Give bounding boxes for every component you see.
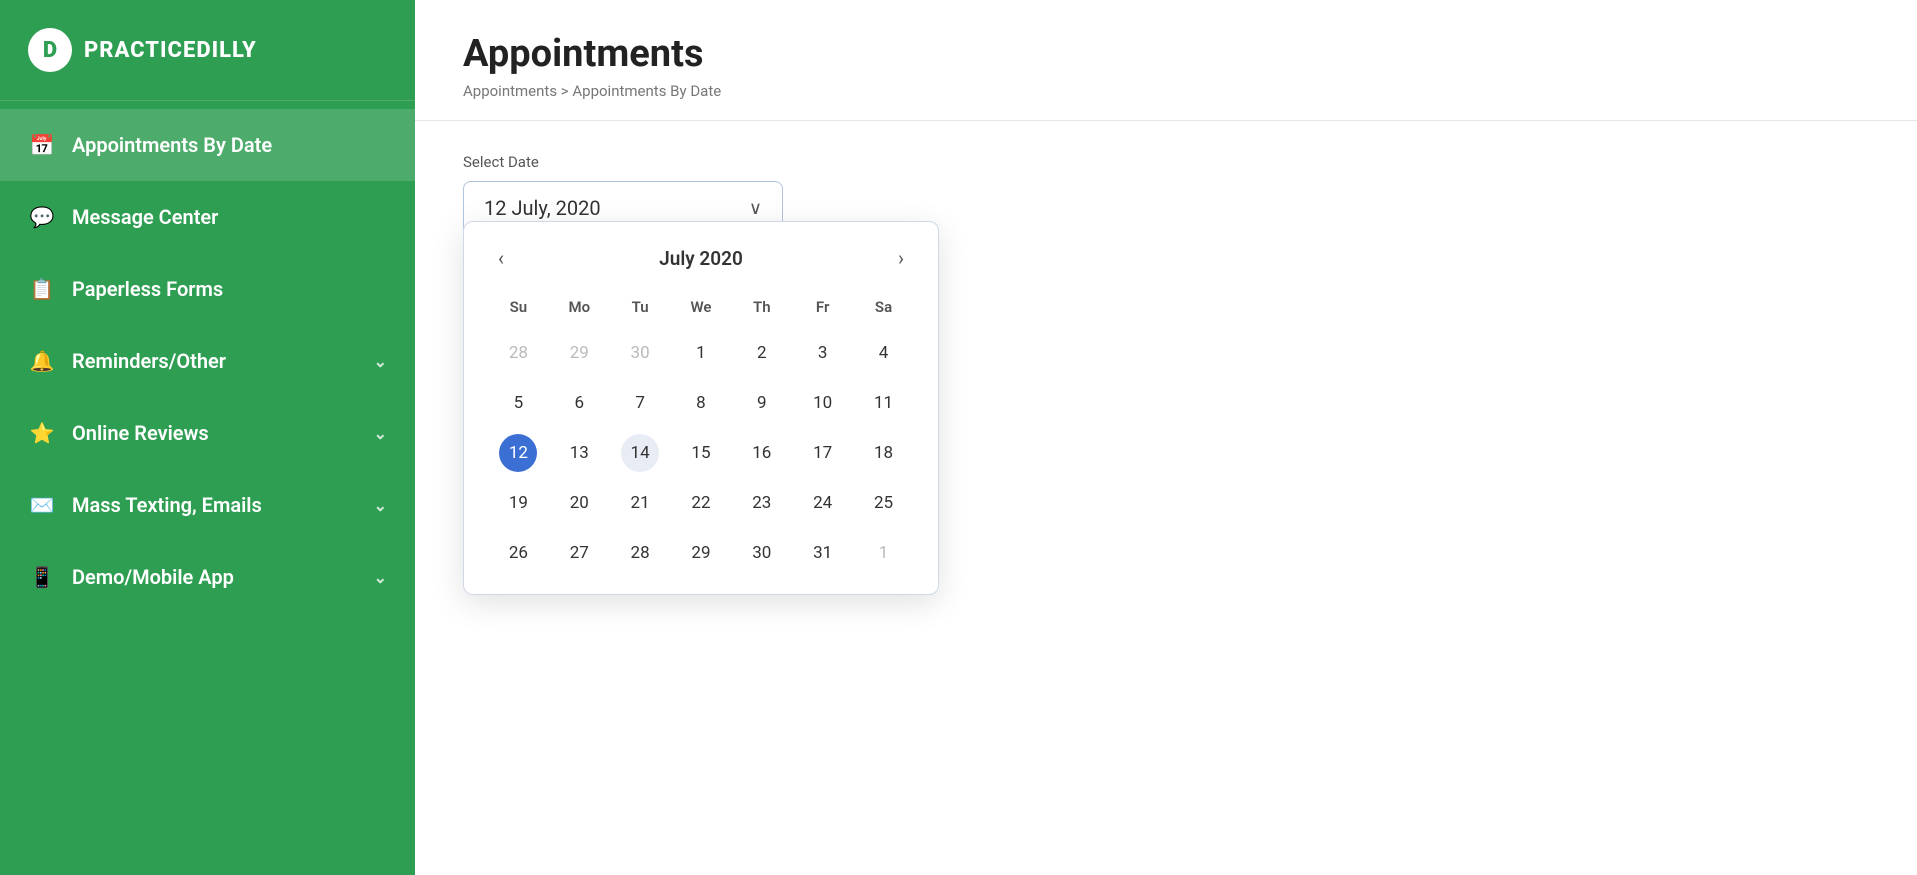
mass-texting-icon: ✉️ [28,491,56,519]
cal-weekday-mo: Mo [549,292,610,328]
sidebar-item-appointments-by-date[interactable]: 📅 Appointments By Date [0,109,415,181]
cal-day[interactable]: 12 [488,428,549,478]
cal-weekday-sa: Sa [853,292,914,328]
cal-week-4: 2627282930311 [488,528,914,578]
message-center-icon: 💬 [28,203,56,231]
sidebar-item-demo-mobile-app[interactable]: 📱 Demo/Mobile App ⌄ [0,541,415,613]
reminders-other-label: Reminders/Other [72,349,226,373]
cal-day[interactable]: 3 [792,328,853,378]
cal-day[interactable]: 4 [853,328,914,378]
cal-day[interactable]: 19 [488,478,549,528]
cal-day[interactable]: 30 [731,528,792,578]
cal-week-3: 19202122232425 [488,478,914,528]
cal-day[interactable]: 18 [853,428,914,478]
paperless-forms-icon: 📋 [28,275,56,303]
cal-day[interactable]: 29 [671,528,732,578]
cal-day[interactable]: 25 [853,478,914,528]
logo-area: D PRACTICEDILLY [0,0,415,101]
nav-list: 📅 Appointments By Date 💬 Message Center 📋 Pap… [0,109,415,613]
online-reviews-label: Online Reviews [72,421,209,445]
chevron-down-icon: ⌄ [374,424,387,443]
cal-day[interactable]: 28 [488,328,549,378]
cal-day[interactable]: 7 [610,378,671,428]
cal-week-2: 12131415161718 [488,428,914,478]
cal-day[interactable]: 27 [549,528,610,578]
online-reviews-icon: ⭐ [28,419,56,447]
page-body: Select Date 12 July, 2020 ∨ ‹ July 2020 … [415,121,1917,875]
cal-day[interactable]: 17 [792,428,853,478]
demo-mobile-app-icon: 📱 [28,563,56,591]
calendar-month-year: July 2020 [659,247,743,270]
cal-day[interactable]: 29 [549,328,610,378]
paperless-forms-label: Paperless Forms [72,277,223,301]
cal-day[interactable]: 11 [853,378,914,428]
mass-texting-label: Mass Texting, Emails [72,493,262,517]
chevron-down-icon: ∨ [749,198,762,219]
calendar-header: ‹ July 2020 › [488,242,914,274]
breadcrumb: Appointments > Appointments By Date [463,82,1869,100]
cal-day[interactable]: 21 [610,478,671,528]
demo-mobile-app-label: Demo/Mobile App [72,565,234,589]
cal-day[interactable]: 10 [792,378,853,428]
calendar-dropdown: ‹ July 2020 › SuMoTuWeThFrSa 28293012345… [463,221,939,595]
cal-day[interactable]: 22 [671,478,732,528]
cal-day[interactable]: 28 [610,528,671,578]
cal-day[interactable]: 6 [549,378,610,428]
cal-weekday-th: Th [731,292,792,328]
cal-day[interactable]: 23 [731,478,792,528]
select-date-label: Select Date [463,153,1869,171]
cal-weekday-fr: Fr [792,292,853,328]
cal-day[interactable]: 30 [610,328,671,378]
cal-week-1: 567891011 [488,378,914,428]
cal-day[interactable]: 2 [731,328,792,378]
sidebar-item-mass-texting[interactable]: ✉️ Mass Texting, Emails ⌄ [0,469,415,541]
cal-day[interactable]: 31 [792,528,853,578]
cal-weekday-we: We [671,292,732,328]
cal-day[interactable]: 1 [853,528,914,578]
calendar-grid: SuMoTuWeThFrSa 2829301234567891011121314… [488,292,914,578]
cal-weekday-su: Su [488,292,549,328]
message-center-label: Message Center [72,205,218,229]
cal-week-0: 2829301234 [488,328,914,378]
reminders-other-icon: 🔔 [28,347,56,375]
cal-day[interactable]: 24 [792,478,853,528]
cal-day[interactable]: 15 [671,428,732,478]
sidebar-item-online-reviews[interactable]: ⭐ Online Reviews ⌄ [0,397,415,469]
prev-month-button[interactable]: ‹ [488,242,514,274]
cal-day[interactable]: 16 [731,428,792,478]
main-content: Appointments Appointments > Appointments… [415,0,1917,875]
sidebar-item-reminders-other[interactable]: 🔔 Reminders/Other ⌄ [0,325,415,397]
sidebar-item-paperless-forms[interactable]: 📋 Paperless Forms [0,253,415,325]
cal-day[interactable]: 13 [549,428,610,478]
cal-day[interactable]: 1 [671,328,732,378]
selected-date-text: 12 July, 2020 [484,196,601,220]
cal-day[interactable]: 20 [549,478,610,528]
cal-day[interactable]: 14 [610,428,671,478]
sidebar-item-message-center[interactable]: 💬 Message Center [0,181,415,253]
logo-icon: D [28,28,72,72]
appointments-by-date-icon: 📅 [28,131,56,159]
cal-day[interactable]: 8 [671,378,732,428]
sidebar: D PRACTICEDILLY 📅 Appointments By Date 💬 Me… [0,0,415,875]
logo-text: PRACTICEDILLY [84,38,257,63]
chevron-down-icon: ⌄ [374,496,387,515]
page-header: Appointments Appointments > Appointments… [415,0,1917,121]
cal-weekday-tu: Tu [610,292,671,328]
cal-day[interactable]: 9 [731,378,792,428]
appointments-by-date-label: Appointments By Date [72,133,272,157]
chevron-down-icon: ⌄ [374,352,387,371]
page-title: Appointments [463,32,1869,76]
cal-day[interactable]: 26 [488,528,549,578]
cal-day[interactable]: 5 [488,378,549,428]
chevron-down-icon: ⌄ [374,568,387,587]
next-month-button[interactable]: › [888,242,914,274]
